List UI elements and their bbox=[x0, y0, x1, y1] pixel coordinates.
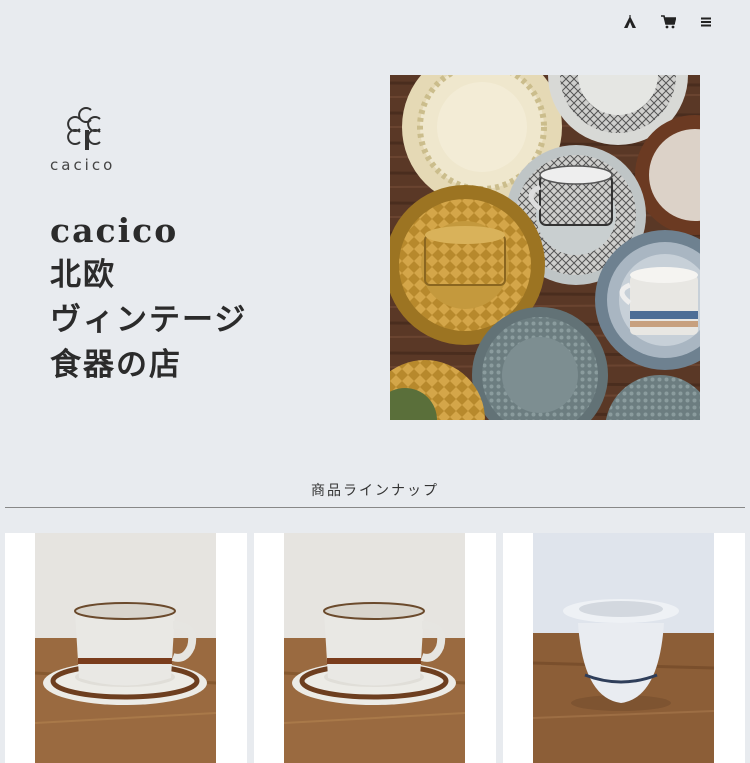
section-divider bbox=[5, 507, 745, 508]
vintage-tableware-photo bbox=[390, 75, 700, 420]
product-card[interactable] bbox=[254, 533, 496, 763]
cart-icon[interactable] bbox=[660, 14, 676, 30]
coffee-cup-saucer-photo bbox=[284, 533, 465, 763]
tent-icon[interactable] bbox=[622, 14, 638, 30]
headline-line: ヴィンテージ bbox=[50, 302, 248, 338]
menu-icon[interactable] bbox=[698, 14, 714, 30]
section-title: 商品ラインナップ bbox=[311, 483, 439, 499]
logo-mark-icon bbox=[67, 107, 101, 150]
product-card[interactable] bbox=[503, 533, 745, 763]
header-icons bbox=[622, 14, 714, 30]
product-image bbox=[284, 533, 465, 763]
coffee-cup-saucer-photo bbox=[35, 533, 216, 763]
hero-photo bbox=[390, 75, 700, 420]
product-card[interactable] bbox=[5, 533, 247, 763]
egg-cup-photo bbox=[533, 533, 714, 763]
hero-headline: cacico 北欧 ヴィンテージ 食器の店 bbox=[50, 208, 247, 388]
headline-line: 食器の店 bbox=[50, 347, 182, 383]
product-image bbox=[35, 533, 216, 763]
logo-text: cacico bbox=[50, 156, 116, 174]
site-logo[interactable]: cacico bbox=[48, 104, 128, 174]
product-image bbox=[533, 533, 714, 763]
headline-line: cacico bbox=[50, 211, 179, 250]
product-list bbox=[5, 533, 745, 763]
headline-line: 北欧 bbox=[50, 257, 116, 293]
